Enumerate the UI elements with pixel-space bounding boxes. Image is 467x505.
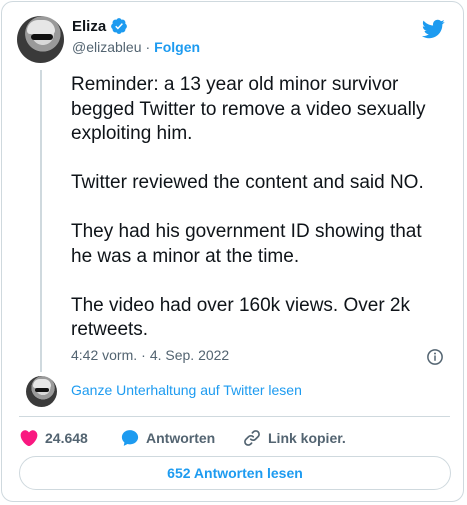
tweet-time[interactable]: 4:42 vorm. — [71, 347, 137, 363]
timestamp-separator: · — [141, 347, 146, 363]
read-replies-button[interactable]: 652 Antworten lesen — [19, 456, 451, 490]
avatar-hair — [33, 379, 51, 388]
reply-button[interactable]: Antworten — [120, 427, 215, 449]
tweet-date[interactable]: 4. Sep. 2022 — [150, 347, 229, 363]
info-icon[interactable] — [426, 348, 444, 366]
tweet-timestamp[interactable]: 4:42 vorm. · 4. Sep. 2022 — [71, 347, 229, 363]
like-count: 24.648 — [45, 430, 88, 446]
follow-button[interactable]: Folgen — [154, 39, 200, 55]
author-name-row[interactable]: Eliza — [72, 17, 128, 35]
verified-badge-icon — [111, 18, 128, 34]
handle-separator: · — [145, 39, 151, 55]
divider — [19, 416, 450, 417]
tweet-text: Reminder: a 13 year old minor survivor b… — [71, 74, 426, 340]
action-bar: 24.648 Antworten Link kopier. — [19, 427, 449, 449]
avatar-sunglasses — [31, 34, 53, 40]
like-button[interactable]: 24.648 — [19, 427, 88, 449]
handle-row: @elizableu · Folgen — [72, 39, 200, 55]
author-handle[interactable]: @elizableu — [72, 39, 141, 55]
avatar-hair — [27, 20, 55, 34]
read-replies-label: 652 Antworten lesen — [167, 465, 303, 481]
copy-link-button[interactable]: Link kopier. — [242, 427, 346, 449]
twitter-bird-icon[interactable] — [421, 17, 445, 41]
author-name[interactable]: Eliza — [72, 18, 106, 35]
author-avatar[interactable] — [17, 16, 64, 63]
heart-icon — [20, 430, 38, 447]
reply-bubble-icon — [121, 430, 139, 446]
link-icon — [244, 430, 260, 446]
copy-link-label: Link kopier. — [268, 430, 346, 446]
thread-line — [40, 70, 42, 372]
reply-label: Antworten — [146, 430, 216, 446]
tweet-embed-card: Eliza @elizableu · Folgen Reminder: a 13… — [1, 1, 464, 502]
read-conversation-link[interactable]: Ganze Unterhaltung auf Twitter lesen — [71, 382, 302, 398]
avatar-sunglasses — [35, 388, 49, 392]
conversation-avatar — [26, 376, 57, 407]
